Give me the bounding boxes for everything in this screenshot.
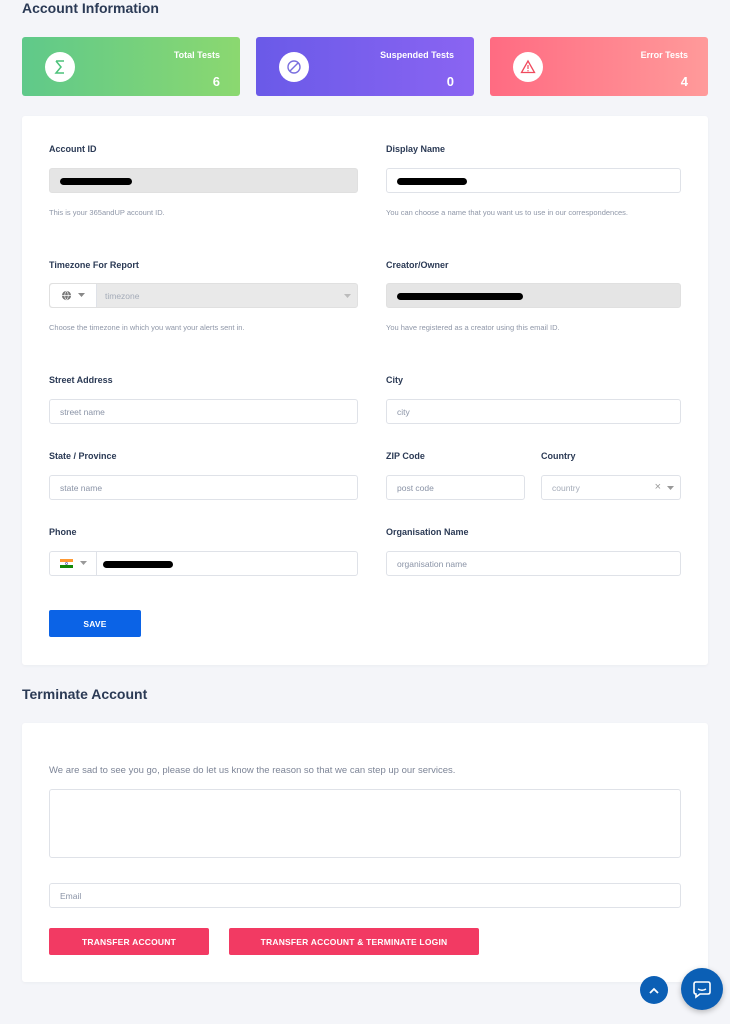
account-id-help: This is your 365andUP account ID. bbox=[49, 208, 165, 217]
display-name-input[interactable] bbox=[386, 168, 681, 193]
display-name-label: Display Name bbox=[386, 144, 446, 154]
terminate-account-title: Terminate Account bbox=[22, 686, 148, 702]
city-label: City bbox=[386, 375, 404, 385]
display-name-help: You can choose a name that you want us t… bbox=[386, 208, 628, 217]
redacted-phone bbox=[103, 561, 173, 568]
terminate-panel: We are sad to see you go, please do let … bbox=[22, 723, 708, 982]
account-id-label: Account ID bbox=[49, 144, 97, 154]
reason-textarea[interactable] bbox=[49, 789, 681, 858]
organisation-placeholder: organisation name bbox=[397, 558, 467, 569]
account-id-input[interactable] bbox=[49, 168, 358, 193]
chevron-down-icon[interactable] bbox=[667, 486, 674, 491]
chat-button[interactable] bbox=[681, 968, 723, 1010]
email-field[interactable]: Email bbox=[49, 883, 681, 908]
chevron-up-icon bbox=[649, 987, 659, 994]
timezone-placeholder: timezone bbox=[105, 291, 140, 301]
chevron-down-icon bbox=[344, 294, 351, 298]
country-select[interactable]: country × bbox=[541, 475, 681, 500]
chat-icon bbox=[693, 981, 711, 999]
email-placeholder: Email bbox=[60, 890, 82, 901]
redacted-creator-email bbox=[397, 293, 523, 300]
street-label: Street Address bbox=[49, 375, 113, 385]
zip-input[interactable]: post code bbox=[386, 475, 525, 500]
country-code-selector[interactable] bbox=[50, 552, 97, 575]
terminate-message: We are sad to see you go, please do let … bbox=[49, 765, 456, 776]
state-input[interactable]: state name bbox=[49, 475, 358, 500]
error-tests-label: Error Tests bbox=[640, 50, 688, 60]
clear-icon[interactable]: × bbox=[655, 481, 661, 493]
account-form-panel: Account ID This is your 365andUP account… bbox=[22, 116, 708, 665]
creator-input[interactable] bbox=[386, 283, 681, 308]
transfer-account-button[interactable]: TRANSFER ACCOUNT bbox=[49, 928, 209, 955]
timezone-icon-box[interactable] bbox=[50, 284, 97, 307]
account-information-title: Account Information bbox=[22, 0, 159, 16]
timezone-help: Choose the timezone in which you want yo… bbox=[49, 323, 245, 332]
india-flag-icon bbox=[59, 559, 73, 568]
creator-label: Creator/Owner bbox=[386, 260, 449, 270]
total-tests-label: Total Tests bbox=[173, 50, 220, 60]
timezone-select[interactable]: timezone bbox=[49, 283, 358, 308]
suspended-tests-card[interactable]: Suspended Tests 0 bbox=[256, 37, 474, 96]
zip-label: ZIP Code bbox=[386, 451, 425, 461]
phone-label: Phone bbox=[49, 527, 77, 537]
transfer-terminate-button[interactable]: TRANSFER ACCOUNT & TERMINATE LOGIN bbox=[229, 928, 479, 955]
zip-placeholder: post code bbox=[397, 482, 434, 493]
error-tests-card[interactable]: Error Tests 4 bbox=[490, 37, 708, 96]
country-label: Country bbox=[541, 451, 576, 461]
warning-triangle-icon bbox=[513, 52, 543, 82]
suspended-tests-label: Suspended Tests bbox=[380, 50, 454, 60]
redacted-display-name bbox=[397, 178, 467, 185]
scroll-top-button[interactable] bbox=[640, 976, 668, 1004]
sigma-icon bbox=[45, 52, 75, 82]
city-placeholder: city bbox=[397, 406, 410, 417]
chevron-down-icon bbox=[79, 561, 87, 565]
chevron-down-icon bbox=[78, 293, 85, 297]
error-tests-value: 4 bbox=[680, 74, 688, 89]
total-tests-card[interactable]: Total Tests 6 bbox=[22, 37, 240, 96]
globe-icon bbox=[61, 290, 72, 301]
street-input[interactable]: street name bbox=[49, 399, 358, 424]
city-input[interactable]: city bbox=[386, 399, 681, 424]
organisation-input[interactable]: organisation name bbox=[386, 551, 681, 576]
state-label: State / Province bbox=[49, 451, 117, 461]
save-button[interactable]: SAVE bbox=[49, 610, 141, 637]
creator-help: You have registered as a creator using t… bbox=[386, 323, 560, 332]
prohibited-icon bbox=[279, 52, 309, 82]
state-placeholder: state name bbox=[60, 482, 103, 493]
suspended-tests-value: 0 bbox=[446, 74, 454, 89]
redacted-account-id bbox=[60, 178, 132, 185]
organisation-label: Organisation Name bbox=[386, 527, 469, 537]
total-tests-value: 6 bbox=[212, 74, 220, 89]
street-placeholder: street name bbox=[60, 406, 105, 417]
country-placeholder: country bbox=[552, 482, 580, 493]
timezone-label: Timezone For Report bbox=[49, 260, 139, 270]
phone-input[interactable] bbox=[49, 551, 358, 576]
